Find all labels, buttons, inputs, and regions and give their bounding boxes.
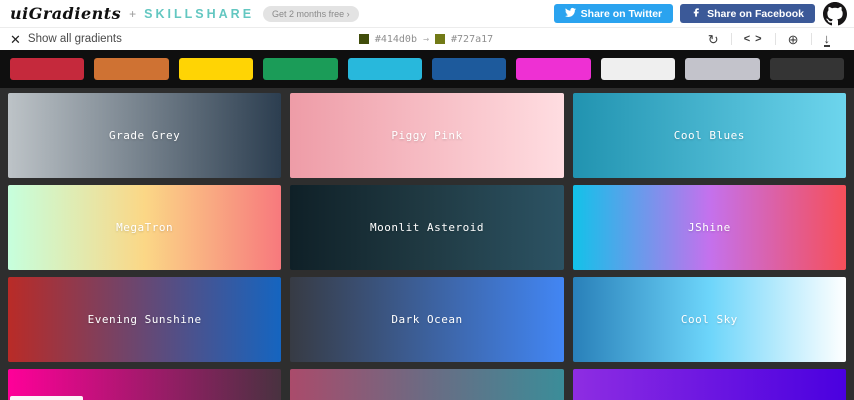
arrow-icon: → [422, 33, 430, 45]
partial-tooltip [10, 396, 83, 400]
gradient-card[interactable]: Evening Sunshine [8, 277, 282, 362]
gradient-name: Cool Sky [680, 313, 738, 326]
uigradients-logo[interactable]: uiGradients [10, 4, 121, 23]
toolbar-actions: ↻ < > ⊕ ↓ [493, 32, 842, 47]
gradient-card[interactable]: Cool Blues [572, 93, 846, 178]
to-color-chip [435, 34, 446, 44]
gradient-grid: Grade Grey Piggy Pink Cool Blues MegaTro… [0, 88, 854, 400]
show-all-label[interactable]: Show all gradients [28, 33, 122, 45]
plus-separator: + [129, 6, 137, 21]
color-filter-bar [0, 50, 854, 88]
show-all-gradients[interactable]: ✕ Show all gradients [10, 33, 359, 46]
add-gradient-icon[interactable]: ⊕ [776, 33, 811, 46]
gradient-name: Evening Sunshine [87, 313, 202, 326]
header-actions: Share on Twitter Share on Facebook [553, 1, 848, 27]
promo-badge[interactable]: Get 2 months free › [263, 5, 359, 22]
color-filter-swatch-white[interactable] [600, 58, 676, 80]
color-filter-swatch-red[interactable] [10, 58, 85, 80]
from-color-chip [358, 34, 369, 44]
color-filter-swatch-black[interactable] [769, 58, 845, 80]
skillshare-logo[interactable]: SKILLSHARE [144, 7, 254, 21]
color-filter-swatch-orange[interactable] [94, 58, 169, 80]
gradient-name: Moonlit Asteroid [370, 221, 484, 234]
share-twitter-button[interactable]: Share on Twitter [553, 4, 674, 23]
twitter-icon [564, 7, 576, 21]
gradient-card[interactable]: MegaTron [8, 185, 282, 270]
color-filter-swatch-blue[interactable] [432, 58, 507, 80]
hex-codes: #414d0b → #727a17 [358, 33, 494, 45]
gradient-card[interactable]: Cool Sky [572, 277, 846, 362]
github-icon[interactable] [822, 1, 848, 27]
gradient-name: MegaTron [116, 221, 174, 234]
rotate-gradient-icon[interactable]: ↻ [696, 33, 731, 46]
gradient-card[interactable] [290, 369, 564, 400]
toolbar: ✕ Show all gradients #414d0b → #727a17 ↻… [0, 28, 854, 50]
close-icon[interactable]: ✕ [10, 33, 21, 46]
gradient-name: Grade Grey [109, 129, 181, 142]
gradient-name: Cool Blues [673, 129, 745, 142]
color-filter-swatch-magenta[interactable] [516, 58, 591, 80]
gradient-name: JShine [687, 221, 731, 234]
get-css-code-icon[interactable]: < > [732, 33, 775, 45]
facebook-icon [691, 7, 702, 21]
color-filter-swatch-yellow[interactable] [178, 58, 254, 80]
gradient-card[interactable]: Moonlit Asteroid [290, 185, 564, 270]
header: uiGradients + SKILLSHARE Get 2 months fr… [0, 0, 854, 28]
color-filter-swatch-gray[interactable] [685, 58, 760, 80]
share-twitter-label: Share on Twitter [580, 7, 663, 20]
gradient-name: Piggy Pink [391, 129, 463, 142]
gradient-name: Dark Ocean [391, 313, 463, 326]
gradient-card[interactable]: Piggy Pink [290, 93, 564, 178]
color-filter-swatch-cyan[interactable] [347, 58, 423, 80]
gradient-card[interactable]: JShine [572, 185, 846, 270]
gradient-card[interactable] [572, 369, 846, 400]
share-facebook-label: Share on Facebook [707, 7, 804, 20]
share-facebook-button[interactable]: Share on Facebook [680, 4, 815, 23]
gradient-card[interactable]: Dark Ocean [290, 277, 564, 362]
gradient-card[interactable]: Grade Grey [8, 93, 282, 178]
to-hex-label: #727a17 [451, 33, 494, 45]
from-hex-label: #414d0b [374, 33, 417, 45]
download-icon[interactable]: ↓ [812, 32, 843, 47]
color-filter-swatch-green[interactable] [263, 58, 338, 80]
